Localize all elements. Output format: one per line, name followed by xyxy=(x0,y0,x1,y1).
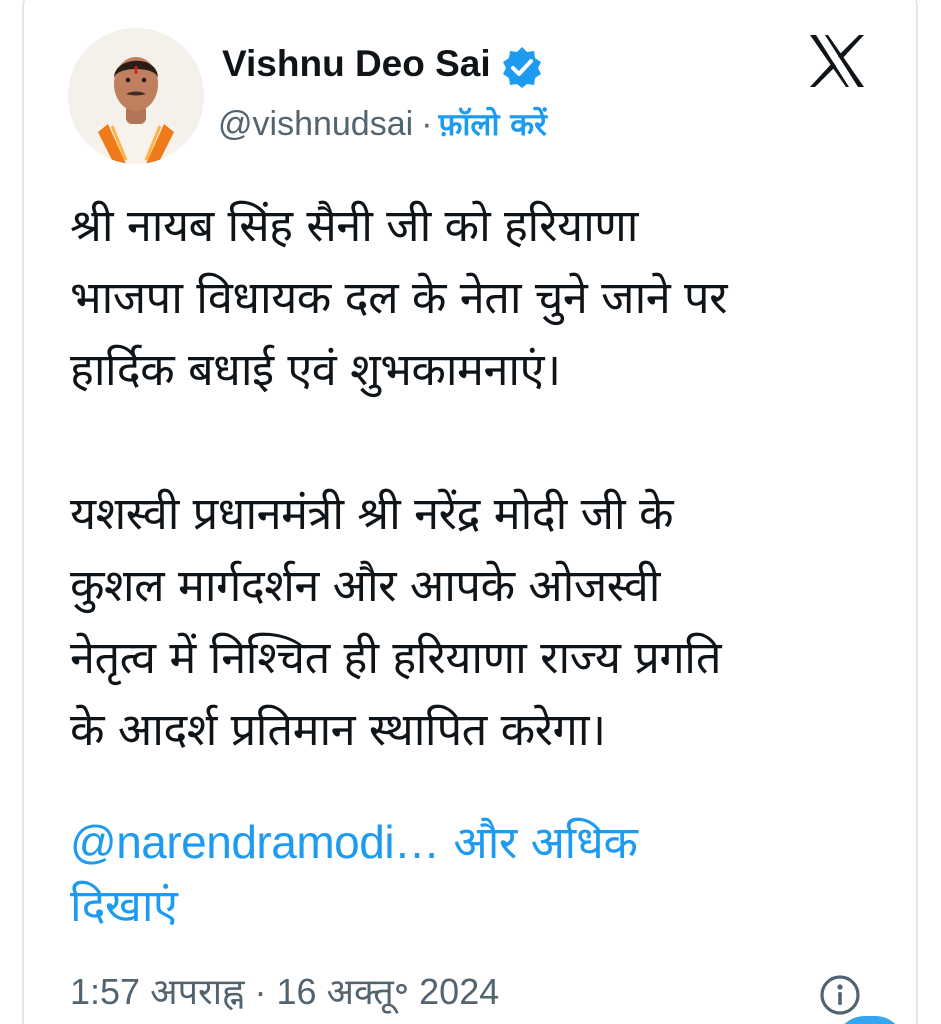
mention-row: @narendramodi… और अधिक xyxy=(70,806,890,879)
profile-avatar[interactable] xyxy=(68,28,204,164)
info-icon[interactable] xyxy=(818,973,862,1017)
show-more-link-continued[interactable]: दिखाएं xyxy=(70,870,178,942)
tweet-line: के आदर्श प्रतिमान स्थापित करेगा। xyxy=(70,703,606,756)
tweet-line: भाजपा विधायक दल के नेता चुने जाने पर xyxy=(70,271,727,324)
follow-button[interactable]: फ़ॉलो करें xyxy=(439,107,547,143)
author-display-name[interactable]: Vishnu Deo Sai xyxy=(222,40,491,88)
tweet-line: श्री नायब सिंह सैनी जी को हरियाणा xyxy=(70,199,638,252)
tweet-timestamp[interactable]: 1:57 अपराह्न · 16 अक्तू॰ 2024 xyxy=(70,966,499,1018)
tweet-body: श्री नायब सिंह सैनी जी को हरियाणा भाजपा … xyxy=(70,190,890,766)
tweet-line: नेतृत्व में निश्चित ही हरियाणा राज्य प्र… xyxy=(70,631,722,684)
separator-dot: · xyxy=(421,105,433,143)
x-logo-icon[interactable] xyxy=(808,33,866,89)
mention-link[interactable]: @narendramodi… xyxy=(70,816,440,868)
author-handle[interactable]: @vishnudsai xyxy=(218,105,413,143)
tweet-line: यशस्वी प्रधानमंत्री श्री नरेंद्र मोदी जी… xyxy=(70,487,674,540)
tweet-line: हार्दिक बधाई एवं शुभकामनाएं। xyxy=(70,343,561,396)
show-more-link[interactable]: और अधिक xyxy=(453,816,638,869)
verified-badge-icon xyxy=(500,45,544,89)
author-handle-row: @vishnudsai · फ़ॉलो करें xyxy=(218,100,547,149)
avatar-image xyxy=(68,28,204,164)
tweet-line: कुशल मार्गदर्शन और आपके ओजस्वी xyxy=(70,559,660,612)
